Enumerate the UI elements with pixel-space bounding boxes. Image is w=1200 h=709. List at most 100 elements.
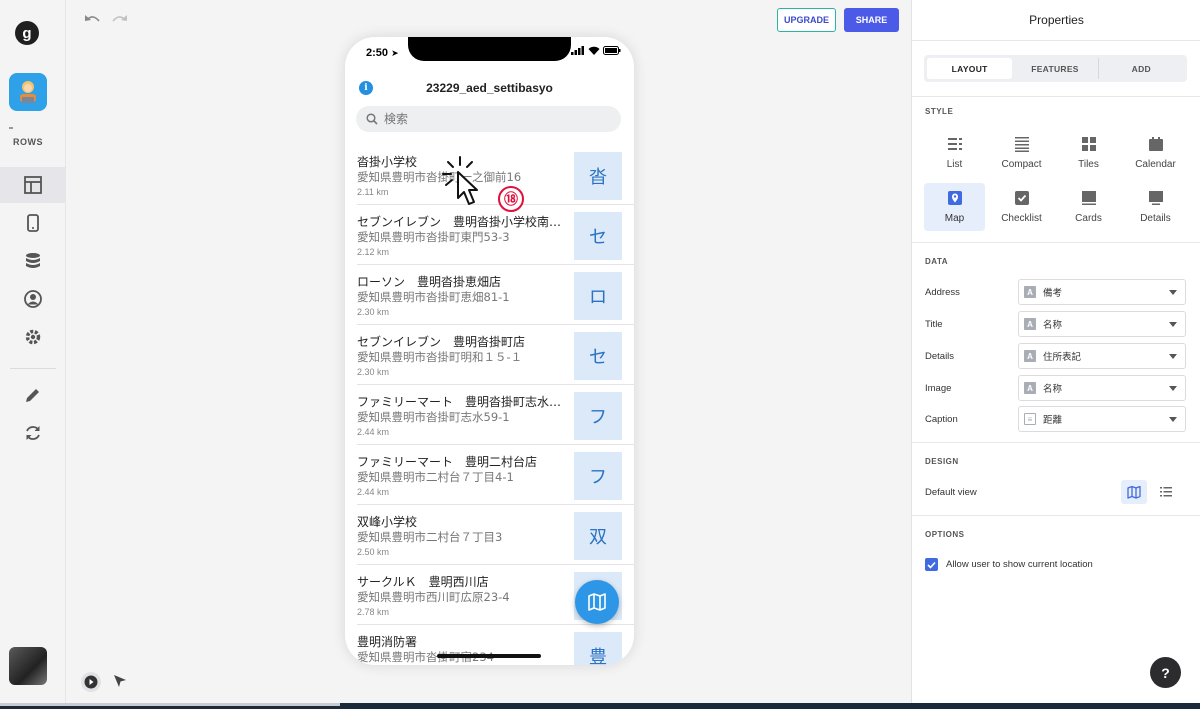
item-address: 愛知県豊明市二村台７丁目3 xyxy=(357,530,503,544)
default-view-list-button[interactable] xyxy=(1153,480,1179,504)
style-details[interactable]: Details xyxy=(1125,183,1186,231)
caption-select-value: 距離 xyxy=(1043,415,1063,426)
item-distance: 2.44 km xyxy=(357,487,390,497)
rows-label: ROWS xyxy=(13,137,43,147)
glide-logo[interactable]: g xyxy=(15,21,39,45)
text-type-icon: A xyxy=(1024,382,1036,394)
rail-edit-button[interactable] xyxy=(0,377,66,413)
details-select[interactable]: A 住所表記 xyxy=(1018,343,1186,369)
list-item[interactable]: ファミリーマート 豊明沓掛町志水… 愛知県豊明市沓掛町志水59-1 2.44 k… xyxy=(357,385,634,445)
style-checklist[interactable]: Checklist xyxy=(991,183,1052,231)
divider xyxy=(912,515,1200,516)
divider xyxy=(912,242,1200,243)
rail-layout-button[interactable] xyxy=(0,167,66,203)
style-cards[interactable]: Cards xyxy=(1058,183,1119,231)
map-icon xyxy=(588,593,606,611)
home-indicator xyxy=(437,654,541,658)
rail-phone-button[interactable] xyxy=(0,205,66,241)
rail-settings-button[interactable] xyxy=(0,319,66,355)
rail-sync-button[interactable] xyxy=(0,415,66,451)
item-address: 愛知県豊明市沓掛町東門53-3 xyxy=(357,230,510,244)
item-thumbnail: セ xyxy=(574,332,622,380)
phone-icon xyxy=(27,214,39,232)
item-thumbnail: ロ xyxy=(574,272,622,320)
image-select[interactable]: A 名称 xyxy=(1018,375,1186,401)
details-field-row: Details A 住所表記 xyxy=(925,343,1187,369)
undo-icon xyxy=(85,15,100,22)
style-options: List Compact Tiles Calendar Map Checklis… xyxy=(924,129,1189,231)
chevron-down-icon xyxy=(1169,290,1177,295)
divider xyxy=(912,442,1200,443)
list-item[interactable]: 双峰小学校 愛知県豊明市二村台７丁目3 2.50 km 双 xyxy=(357,505,634,565)
list-item[interactable]: 豊明消防署 愛知県豊明市沓掛町宿234 豊 xyxy=(357,625,634,665)
title-select[interactable]: A 名称 xyxy=(1018,311,1186,337)
item-title: 豊明消防署 xyxy=(357,635,418,649)
gear-icon xyxy=(25,329,41,345)
allow-location-option: Allow user to show current location xyxy=(925,558,1093,571)
image-select-value: 名称 xyxy=(1043,384,1063,395)
address-select-value: 備考 xyxy=(1043,288,1063,299)
style-list[interactable]: List xyxy=(924,129,985,177)
phone-screen-title: 23229_aed_settibasyo xyxy=(426,81,553,95)
share-button[interactable]: SHARE xyxy=(844,8,899,32)
address-select[interactable]: A 備考 xyxy=(1018,279,1186,305)
divider xyxy=(912,96,1200,97)
item-distance: 2.12 km xyxy=(357,247,390,257)
pointer-tool-button[interactable] xyxy=(112,673,128,694)
item-distance: 2.30 km xyxy=(357,367,390,377)
item-distance: 2.11 km xyxy=(357,187,389,197)
tab-add[interactable]: ADD xyxy=(1097,58,1184,79)
play-button[interactable] xyxy=(80,671,102,698)
title-select-value: 名称 xyxy=(1043,320,1063,331)
style-tiles[interactable]: Tiles xyxy=(1058,129,1119,177)
default-view-map-button[interactable] xyxy=(1121,480,1147,504)
style-details-label: Details xyxy=(1140,213,1171,224)
item-address: 愛知県豊明市二村台７丁目4-1 xyxy=(357,470,514,484)
chevron-down-icon xyxy=(1169,322,1177,327)
style-calendar[interactable]: Calendar xyxy=(1125,129,1186,177)
rail-data-button[interactable] xyxy=(0,243,66,279)
help-button[interactable]: ? xyxy=(1150,657,1181,688)
panel-title: Properties xyxy=(1029,13,1084,27)
style-compact[interactable]: Compact xyxy=(991,129,1052,177)
search-icon xyxy=(366,113,378,125)
list-item[interactable]: ローソン 豊明沓掛恵畑店 愛知県豊明市沓掛町恵畑81-1 2.30 km ロ xyxy=(357,265,634,325)
item-thumbnail: 沓 xyxy=(574,152,622,200)
item-title: セブンイレブン 豊明沓掛町店 xyxy=(357,335,526,349)
user-circle-icon xyxy=(24,290,42,308)
step-number-badge: ⑱ xyxy=(498,186,524,212)
item-title: ファミリーマート 豊明二村台店 xyxy=(357,455,538,469)
pencil-icon xyxy=(26,389,39,402)
pointer-icon xyxy=(114,675,126,687)
check-icon xyxy=(927,561,936,569)
allow-location-checkbox[interactable] xyxy=(925,558,938,571)
caption-select[interactable]: ≡ 距離 xyxy=(1018,406,1186,432)
style-map[interactable]: Map xyxy=(924,183,985,231)
style-map-label: Map xyxy=(944,213,965,224)
computed-type-icon: ≡ xyxy=(1024,413,1036,425)
default-view-label: Default view xyxy=(925,487,977,498)
rail-users-button[interactable] xyxy=(0,281,66,317)
data-section-label: DATA xyxy=(925,257,949,266)
map-view-fab[interactable] xyxy=(575,580,619,624)
app-icon[interactable] xyxy=(9,73,47,111)
tiles-icon xyxy=(1081,137,1096,151)
details-icon xyxy=(1148,191,1163,205)
tab-layout[interactable]: LAYOUT xyxy=(927,58,1013,79)
upgrade-button[interactable]: UPGRADE xyxy=(777,8,836,32)
text-type-icon: A xyxy=(1024,350,1036,362)
design-section-label: DESIGN xyxy=(925,457,959,466)
item-title: ファミリーマート 豊明沓掛町志水… xyxy=(357,395,562,409)
caption-label: Caption xyxy=(925,414,958,425)
list-item[interactable]: セブンイレブン 豊明沓掛町店 愛知県豊明市沓掛町明和１５-１ 2.30 km セ xyxy=(357,325,634,385)
user-avatar[interactable] xyxy=(9,647,47,685)
details-label: Details xyxy=(925,351,955,362)
tab-features[interactable]: FEATURES xyxy=(1012,58,1097,79)
list-item[interactable]: ファミリーマート 豊明二村台店 愛知県豊明市二村台７丁目4-1 2.44 km … xyxy=(357,445,634,505)
undo-button[interactable] xyxy=(84,12,100,31)
redo-button[interactable] xyxy=(112,12,128,31)
phone-search-input[interactable] xyxy=(384,112,604,126)
item-distance: 2.78 km xyxy=(357,607,390,617)
phone-search-bar[interactable] xyxy=(356,106,621,132)
item-title: 双峰小学校 xyxy=(357,515,418,529)
